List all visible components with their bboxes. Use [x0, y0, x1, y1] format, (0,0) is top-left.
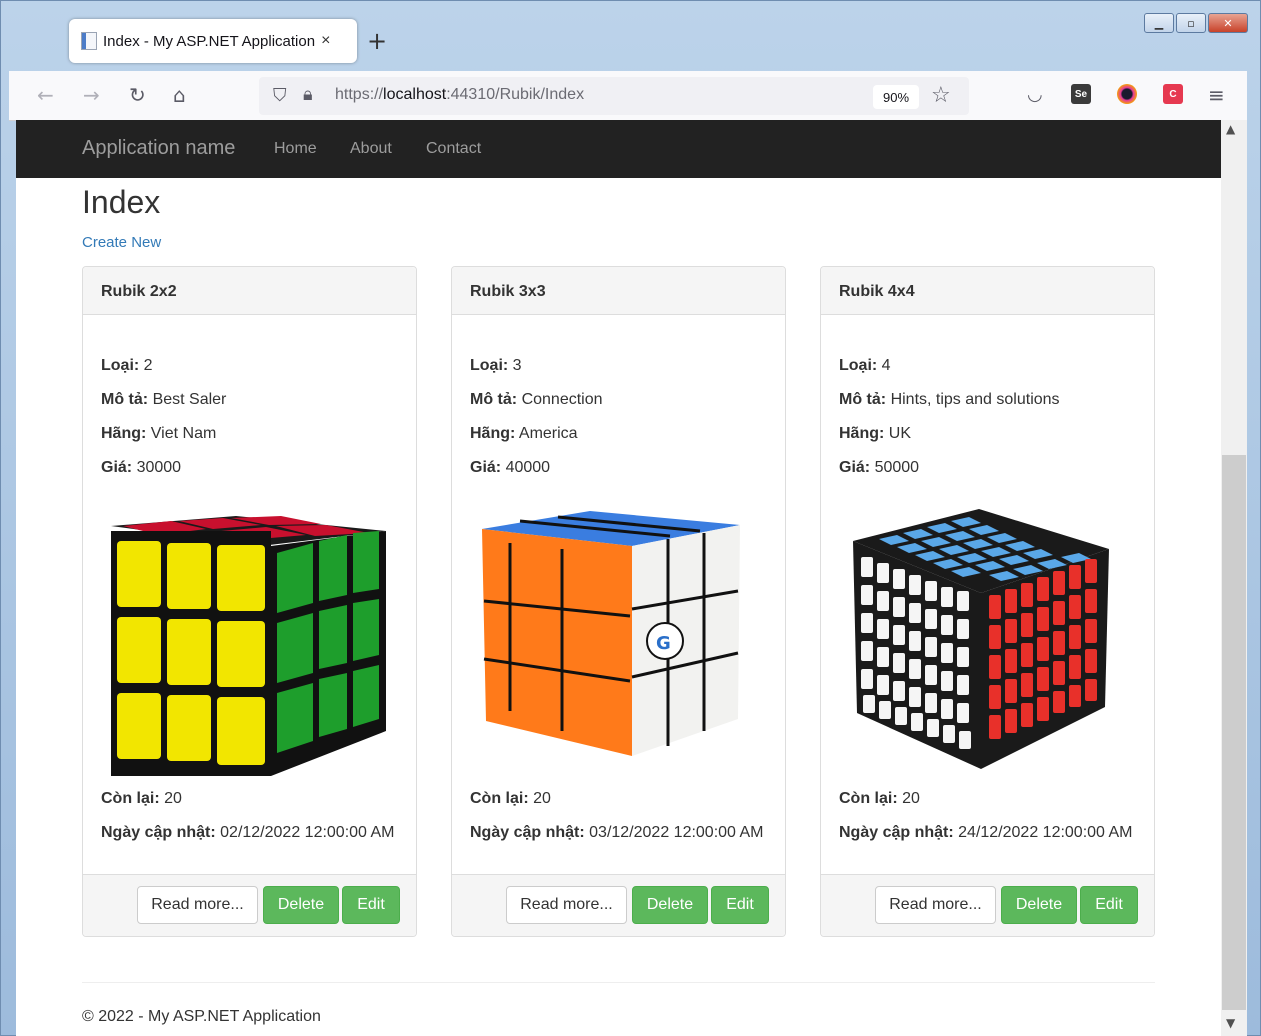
tab-title: Index - My ASP.NET Application [103, 32, 316, 50]
card-extra: Còn lại: 20 Ngày cập nhật: 24/12/2022 12… [839, 790, 1133, 841]
browser-toolbar: ← → ↻ ⌂ ⛉ 🔒︎ https://localhost:44310/Rub… [9, 71, 1247, 121]
brand-link[interactable]: Application name [82, 137, 235, 160]
card-details: Loại: 3 Mô tả: Connection Hãng: America … [470, 357, 603, 476]
reload-icon[interactable]: ↻ [129, 83, 146, 107]
edit-button[interactable]: Edit [711, 886, 769, 924]
desc-value: Best Saler [152, 391, 227, 408]
card-actions: Read more... Delete Edit [83, 874, 416, 936]
page-viewport: Application name Home About Contact Inde… [16, 120, 1221, 1036]
rubik-4x4-image [853, 509, 1109, 769]
page-icon [81, 32, 97, 50]
price-value: 40000 [505, 459, 551, 476]
rubik-3x3-image: G [482, 511, 740, 756]
selenium-extension-icon[interactable]: Se [1071, 84, 1091, 104]
footer-copyright: © 2022 - My ASP.NET Application [82, 1008, 321, 1025]
scroll-thumb[interactable] [1222, 455, 1246, 1010]
tab-strip: Index - My ASP.NET Application × + [9, 9, 1247, 67]
card-title: Rubik 4x4 [821, 267, 1154, 315]
updated-value: 24/12/2022 12:00:00 AM [958, 824, 1133, 841]
star-icon[interactable]: ☆ [931, 83, 951, 108]
forward-icon[interactable]: → [83, 83, 100, 107]
footer-divider [82, 982, 1155, 983]
nav-contact[interactable]: Contact [426, 140, 481, 158]
brand-value: UK [888, 425, 912, 442]
brand-value: Viet Nam [150, 425, 217, 442]
card-extra: Còn lại: 20 Ngày cập nhật: 03/12/2022 12… [470, 790, 764, 841]
scroll-up-icon[interactable]: ▲ [1226, 122, 1235, 136]
lock-icon[interactable]: 🔒︎ [303, 84, 313, 105]
menu-icon[interactable]: ≡ [1208, 83, 1225, 107]
nav-about[interactable]: About [350, 140, 392, 158]
svg-text:G: G [656, 633, 671, 654]
browser-tab[interactable]: Index - My ASP.NET Application × [69, 19, 357, 63]
back-icon[interactable]: ← [37, 83, 54, 107]
shield-icon[interactable]: ⛉ [273, 85, 287, 106]
scroll-down-icon[interactable]: ▼ [1226, 1016, 1235, 1030]
product-card: Rubik 4x4 Loại: 4 Mô tả: Hints, tips and… [820, 266, 1155, 937]
product-card: Rubik 2x2 Loại: 2 Mô tả: Best Saler Hãng… [82, 266, 417, 937]
read-more-button[interactable]: Read more... [875, 886, 996, 924]
price-value: 30000 [136, 459, 182, 476]
red-extension-icon[interactable]: C [1163, 84, 1183, 104]
edit-button[interactable]: Edit [342, 886, 400, 924]
read-more-button[interactable]: Read more... [506, 886, 627, 924]
card-actions: Read more... Delete Edit [452, 874, 785, 936]
product-card: Rubik 3x3 Loại: 3 Mô tả: Connection Hãng… [451, 266, 786, 937]
stock-value: 20 [164, 790, 182, 807]
zoom-level[interactable]: 90% [873, 85, 919, 109]
card-extra: Còn lại: 20 Ngày cập nhật: 02/12/2022 12… [101, 790, 395, 841]
card-actions: Read more... Delete Edit [821, 874, 1154, 936]
card-title: Rubik 3x3 [452, 267, 785, 315]
card-details: Loại: 4 Mô tả: Hints, tips and solutions… [839, 357, 1060, 476]
address-bar[interactable]: ⛉ 🔒︎ https://localhost:44310/Rubik/Index… [259, 77, 969, 115]
url-text[interactable]: https://localhost:44310/Rubik/Index [335, 86, 584, 104]
type-value: 3 [512, 357, 522, 374]
tab-close-icon[interactable]: × [321, 32, 330, 50]
nav-home[interactable]: Home [274, 140, 317, 158]
card-details: Loại: 2 Mô tả: Best Saler Hãng: Viet Nam… [101, 357, 227, 476]
delete-button[interactable]: Delete [1001, 886, 1077, 924]
page-title: Index [82, 184, 161, 220]
updated-value: 02/12/2022 12:00:00 AM [220, 824, 395, 841]
pocket-icon[interactable]: ◡ [1027, 84, 1043, 105]
create-new-link[interactable]: Create New [82, 234, 161, 251]
card-title: Rubik 2x2 [83, 267, 416, 315]
rubik-2x2-image [111, 516, 386, 776]
delete-button[interactable]: Delete [263, 886, 339, 924]
page-scrollbar[interactable]: ▲ ▼ [1221, 120, 1247, 1036]
brand-value: America [518, 425, 578, 442]
updated-value: 03/12/2022 12:00:00 AM [589, 824, 764, 841]
type-value: 2 [143, 357, 153, 374]
read-more-button[interactable]: Read more... [137, 886, 258, 924]
desc-value: Hints, tips and solutions [890, 391, 1060, 408]
desc-value: Connection [521, 391, 603, 408]
delete-button[interactable]: Delete [632, 886, 708, 924]
color-extension-icon[interactable] [1117, 84, 1137, 104]
app-navbar: Application name Home About Contact [16, 120, 1221, 178]
stock-value: 20 [533, 790, 551, 807]
stock-value: 20 [902, 790, 920, 807]
new-tab-button[interactable]: + [367, 27, 387, 55]
home-icon[interactable]: ⌂ [173, 83, 186, 107]
price-value: 50000 [874, 459, 920, 476]
type-value: 4 [881, 357, 891, 374]
edit-button[interactable]: Edit [1080, 886, 1138, 924]
